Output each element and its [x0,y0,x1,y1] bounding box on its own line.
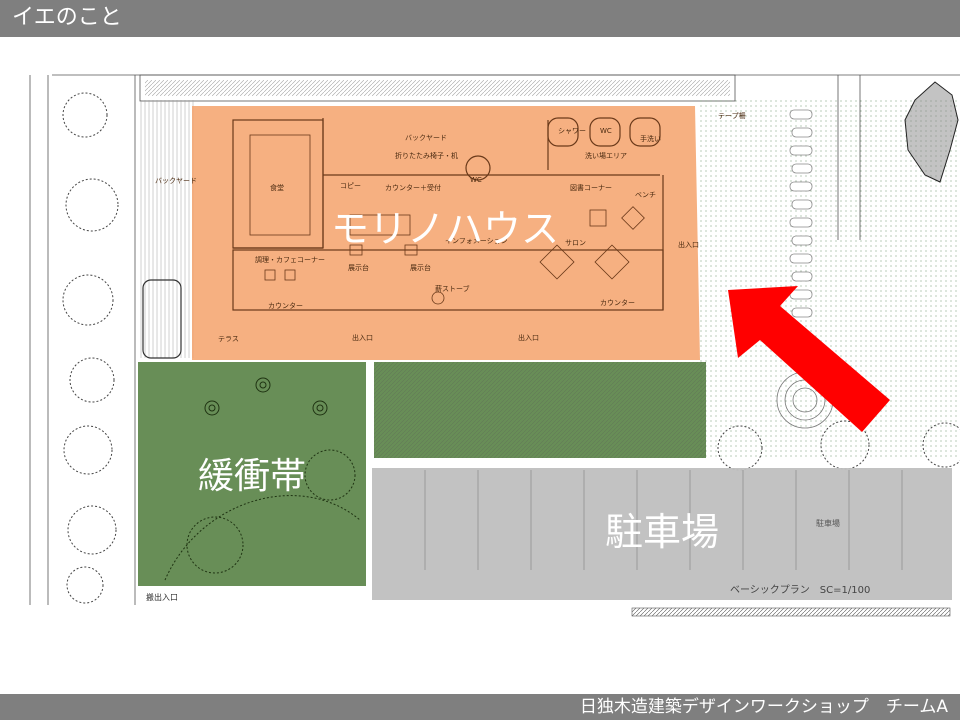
label-wood-stove: 薪ストーブ [435,284,470,293]
label-salon: サロン [565,239,586,247]
site-plan-drawing: バックヤード バックヤード 食堂 調理・カフェコーナー コピー カウンター＋受付… [29,74,960,617]
label-backyard-left: バックヤード [155,177,197,185]
label-delivery-entrance: 搬出入口 [146,592,178,602]
parking-zone-label: 駐車場 [605,510,719,554]
label-washing-area: 洗い場エリア [585,151,627,160]
label-bench: ベンチ [635,191,656,199]
buffer-zone-label: 緩衝帯 [198,456,306,497]
boundary-wall [145,80,730,96]
label-kitchen: 調理・カフェコーナー [255,255,325,264]
label-display-1: 展示台 [348,263,369,272]
label-parking-small: 駐車場 [816,518,840,528]
title-bar: イエのこと [0,0,960,37]
house-zone-label: モリノハウス [331,207,559,251]
label-library: 図書コーナー [570,183,612,192]
label-handwash: 手洗い [640,134,661,143]
label-entrance-right: 出入口 [678,240,699,249]
label-entrance-bottom-2: 出入口 [518,333,539,342]
label-dining: 食堂 [270,183,284,192]
scale-bar [631,607,951,617]
gravel-area [374,362,706,458]
label-backyard-top: バックヤード [405,134,447,142]
label-wc-top: WC [600,127,612,135]
label-folding-chairs: 折りたたみ椅子・机 [395,151,458,160]
label-counter-bottom: カウンター [600,298,635,307]
label-tape-fence: テープ柵 [718,111,746,120]
plan-caption: ベーシックプラン SC=1/100 [730,584,870,596]
label-entrance-bottom-1: 出入口 [352,333,373,342]
trees-left [62,92,119,604]
label-shower: シャワー [558,127,586,135]
page-title: イエのこと [12,5,122,30]
label-display-2: 展示台 [410,263,431,272]
label-terrace: テラス [218,335,239,343]
label-wc-center: WC [470,176,482,184]
label-counter-reception: カウンター＋受付 [385,183,441,192]
footer-bar: 日独木造建築デザインワークショップ チームA [0,694,960,720]
fence-lines [140,100,195,358]
label-copy: コピー [340,182,361,190]
label-counter-left: カウンター [268,301,303,310]
footer-caption: 日独木造建築デザインワークショップ チームA [579,697,948,717]
